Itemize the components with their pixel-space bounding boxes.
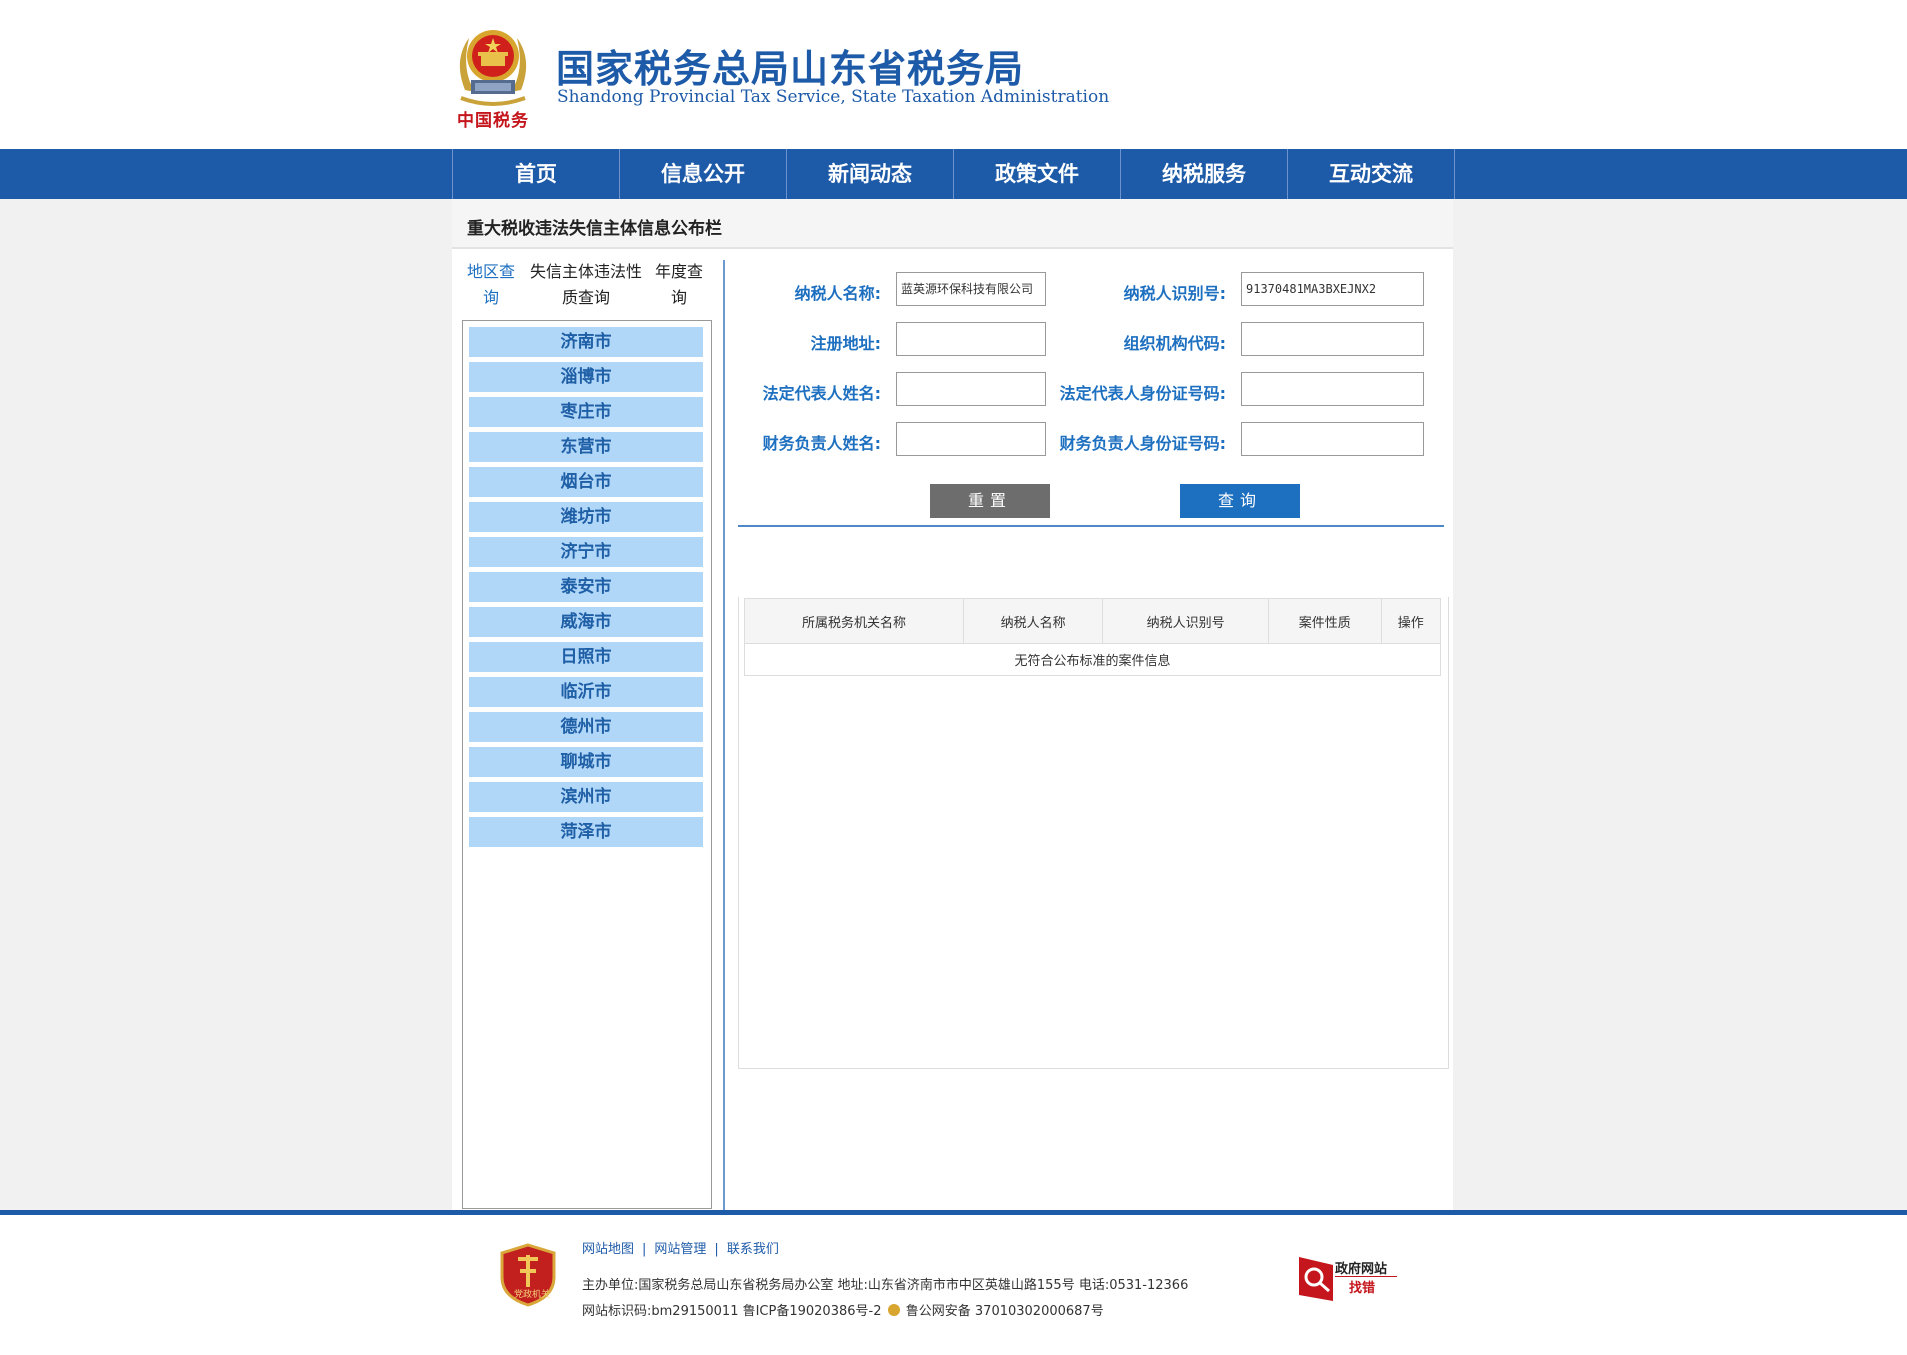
badge-caption: 党政机关 [514, 1290, 551, 1300]
table-header-row: 所属税务机关名称 纳税人名称 纳税人识别号 案件性质 操作 [743, 598, 1442, 644]
reg-address-input[interactable] [896, 322, 1046, 356]
org-code-label: 组织机构代码: [1123, 334, 1226, 353]
query-tabs: 地区查询 失信主体违法性质查询 年度查询 [465, 259, 705, 311]
city-item-jining[interactable]: 济宁市 [469, 537, 703, 567]
footer-site-code: 网站标识码:bm29150011 鲁ICP备19020386号-2 [582, 1304, 882, 1319]
city-item-jinan[interactable]: 济南市 [469, 327, 703, 357]
footer-link-sitemap[interactable]: 网站地图 [582, 1242, 634, 1257]
finance-name-input[interactable] [896, 422, 1046, 456]
footer-link-contact[interactable]: 联系我们 [727, 1242, 779, 1257]
city-item-liaocheng[interactable]: 聊城市 [469, 747, 703, 777]
footer-record-info: 网站标识码:bm29150011 鲁ICP备19020386号-2 鲁公网安备 … [582, 1300, 1104, 1319]
finance-id-input[interactable] [1241, 422, 1424, 456]
table-row: 无符合公布标准的案件信息 [744, 643, 1441, 676]
nav-info-disclosure[interactable]: 信息公开 [620, 149, 787, 199]
legal-rep-id-label: 法定代表人身份证号码: [1059, 384, 1226, 403]
city-item-rizhao[interactable]: 日照市 [469, 642, 703, 672]
nav-policy[interactable]: 政策文件 [954, 149, 1121, 199]
finance-id-label: 财务负责人身份证号码: [1059, 434, 1226, 453]
col-case-nature: 案件性质 [1268, 598, 1382, 644]
footer-link-site-management[interactable]: 网站管理 [654, 1242, 706, 1257]
footer-link-divider: | [642, 1242, 647, 1257]
city-item-taian[interactable]: 泰安市 [469, 572, 703, 602]
reg-address-label: 注册地址: [810, 334, 881, 353]
taxpayer-name-input[interactable]: 蓝英源环保科技有限公司 [896, 272, 1046, 306]
site-title: 国家税务总局山东省税务局 [556, 47, 1025, 91]
legal-rep-name-input[interactable] [896, 372, 1046, 406]
form-separator [738, 525, 1444, 527]
tab-year-query[interactable]: 年度查询 [653, 259, 705, 311]
city-item-dezhou[interactable]: 德州市 [469, 712, 703, 742]
magnifier-icon [1299, 1257, 1333, 1301]
col-taxpayer-id: 纳税人识别号 [1102, 598, 1269, 644]
city-item-binzhou[interactable]: 滨州市 [469, 782, 703, 812]
nav-interaction[interactable]: 互动交流 [1288, 149, 1455, 199]
city-item-yantai[interactable]: 烟台市 [469, 467, 703, 497]
taxpayer-name-label: 纳税人名称: [794, 284, 881, 303]
column-divider [723, 260, 725, 1210]
taxpayer-id-label: 纳税人识别号: [1123, 284, 1226, 303]
board-title-bar: 重大税收违法失信主体信息公布栏 [452, 199, 1453, 249]
city-item-heze[interactable]: 菏泽市 [469, 817, 703, 847]
main-nav: 首页 信息公开 新闻动态 政策文件 纳税服务 互动交流 [0, 149, 1907, 199]
city-item-zibo[interactable]: 淄博市 [469, 362, 703, 392]
col-taxpayer-name: 纳税人名称 [963, 598, 1104, 644]
footer-links: 网站地图 | 网站管理 | 联系我们 [582, 1238, 779, 1257]
gov-site-label: 政府网站 [1335, 1262, 1388, 1277]
taxpayer-id-input[interactable]: 91370481MA3BXEJNX2 [1241, 272, 1424, 306]
tax-emblem-icon[interactable]: 中国税务 [451, 20, 535, 131]
city-item-dongying[interactable]: 东营市 [469, 432, 703, 462]
city-item-zaozhuang[interactable]: 枣庄市 [469, 397, 703, 427]
org-code-input[interactable] [1241, 322, 1424, 356]
site-header: 中国税务 国家税务总局山东省税务局 Shandong Provincial Ta… [0, 0, 1907, 149]
col-tax-authority: 所属税务机关名称 [743, 598, 965, 644]
site-footer: 党政机关 网站地图 | 网站管理 | 联系我们 主办单位:国家税务总局山东省税务局办公室… [0, 1215, 1907, 1355]
query-button[interactable]: 查询 [1180, 484, 1300, 518]
city-list: 济南市 淄博市 枣庄市 东营市 烟台市 潍坊市 济宁市 泰安市 威海市 日照市 … [462, 320, 712, 1209]
legal-rep-name-label: 法定代表人姓名: [762, 384, 881, 403]
nav-news[interactable]: 新闻动态 [787, 149, 954, 199]
footer-link-divider: | [714, 1242, 719, 1257]
city-item-linyi[interactable]: 临沂市 [469, 677, 703, 707]
finance-name-label: 财务负责人姓名: [762, 434, 881, 453]
footer-police-record[interactable]: 鲁公网安备 37010302000687号 [906, 1304, 1104, 1319]
main-content: 重大税收违法失信主体信息公布栏 地区查询 失信主体违法性质查询 年度查询 济南市… [452, 199, 1453, 1210]
gov-site-error-report-button[interactable]: 政府网站 找错 [1299, 1257, 1399, 1301]
city-item-weihai[interactable]: 威海市 [469, 607, 703, 637]
empty-results-message: 无符合公布标准的案件信息 [744, 643, 1441, 676]
reset-button[interactable]: 重置 [930, 484, 1050, 518]
tab-nature-query[interactable]: 失信主体违法性质查询 [525, 259, 647, 311]
site-subtitle: Shandong Provincial Tax Service, State T… [557, 87, 1110, 107]
nav-home[interactable]: 首页 [453, 149, 620, 199]
find-error-label: 找错 [1349, 1281, 1376, 1296]
party-gov-badge-icon[interactable]: 党政机关 [500, 1243, 556, 1307]
emblem-caption: 中国税务 [457, 111, 529, 131]
police-badge-icon [887, 1304, 900, 1316]
city-item-weifang[interactable]: 潍坊市 [469, 502, 703, 532]
results-table: 所属税务机关名称 纳税人名称 纳税人识别号 案件性质 操作 无符合公布标准的案件… [743, 598, 1442, 676]
col-operation: 操作 [1380, 598, 1442, 644]
nav-tax-service[interactable]: 纳税服务 [1121, 149, 1288, 199]
page-title: 重大税收违法失信主体信息公布栏 [467, 219, 722, 239]
footer-sponsor-info: 主办单位:国家税务总局山东省税务局办公室 地址:山东省济南市市中区英雄山路155… [582, 1278, 1189, 1293]
legal-rep-id-input[interactable] [1241, 372, 1424, 406]
tab-region-query[interactable]: 地区查询 [465, 259, 517, 311]
